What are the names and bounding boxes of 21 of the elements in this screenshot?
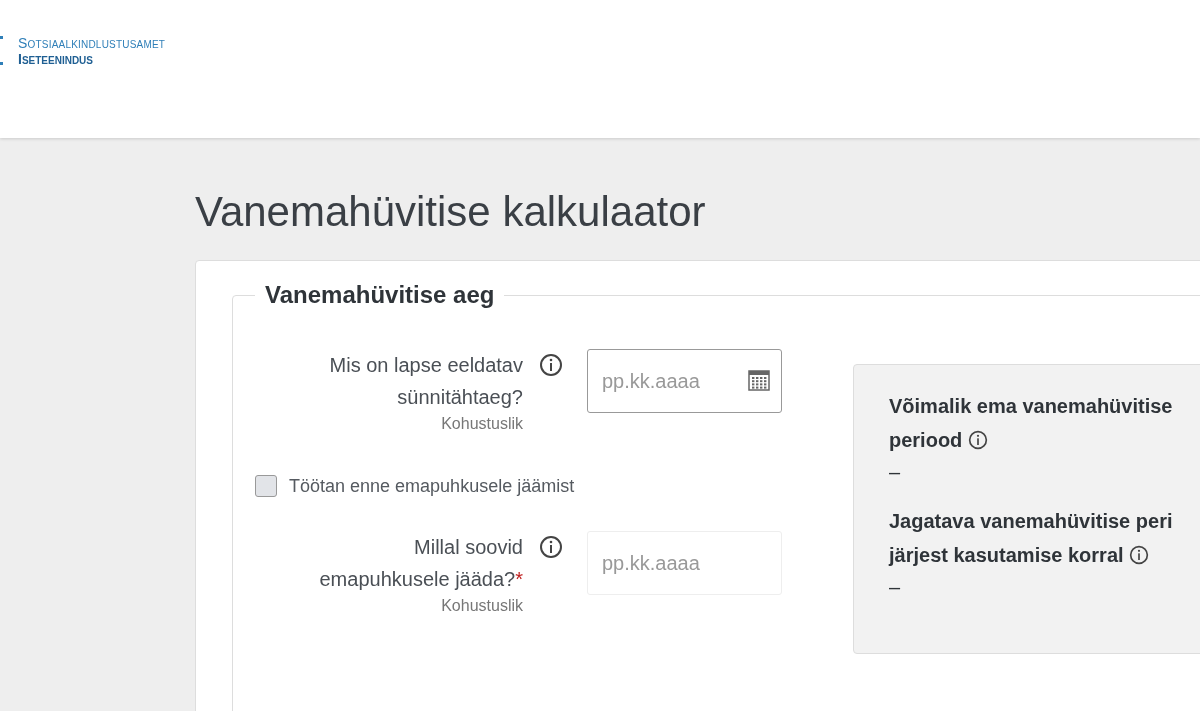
page-title: Vanemahüvitise kalkulaator xyxy=(195,188,707,236)
checkbox-label: Töötan enne emapuhkusele jäämist xyxy=(289,475,575,497)
required-asterisk: * xyxy=(515,568,523,590)
field-label: Mis on lapse eeldatav sünnitähtaeg? xyxy=(328,353,523,410)
date-field[interactable]: pp.kk.aaaa xyxy=(587,349,782,413)
logo-subtitle: Iseteenindus xyxy=(18,51,94,67)
section-title: Vanemahüvitise aeg xyxy=(264,281,496,309)
checkbox[interactable] xyxy=(255,475,277,497)
result-title: Võimalik ema vanemahüvitise periood xyxy=(889,394,1174,453)
field-label: Millal soovid emapuhkusele jääda?* xyxy=(318,535,523,592)
logo-title: Sotsiaalkindlustusamet xyxy=(18,35,166,51)
calendar-icon[interactable] xyxy=(748,369,770,391)
result-value: – xyxy=(889,576,902,599)
info-icon[interactable] xyxy=(967,430,988,450)
required-hint: Kohustuslik xyxy=(441,597,523,615)
info-icon[interactable] xyxy=(539,535,563,559)
result-value: – xyxy=(889,461,902,484)
result-title: Jagatava vanemahüvitise peri järjest kasutamise korral xyxy=(889,509,1174,568)
info-icon[interactable] xyxy=(539,353,563,377)
info-icon[interactable] xyxy=(1129,545,1150,565)
required-hint: Kohustuslik xyxy=(441,415,523,433)
